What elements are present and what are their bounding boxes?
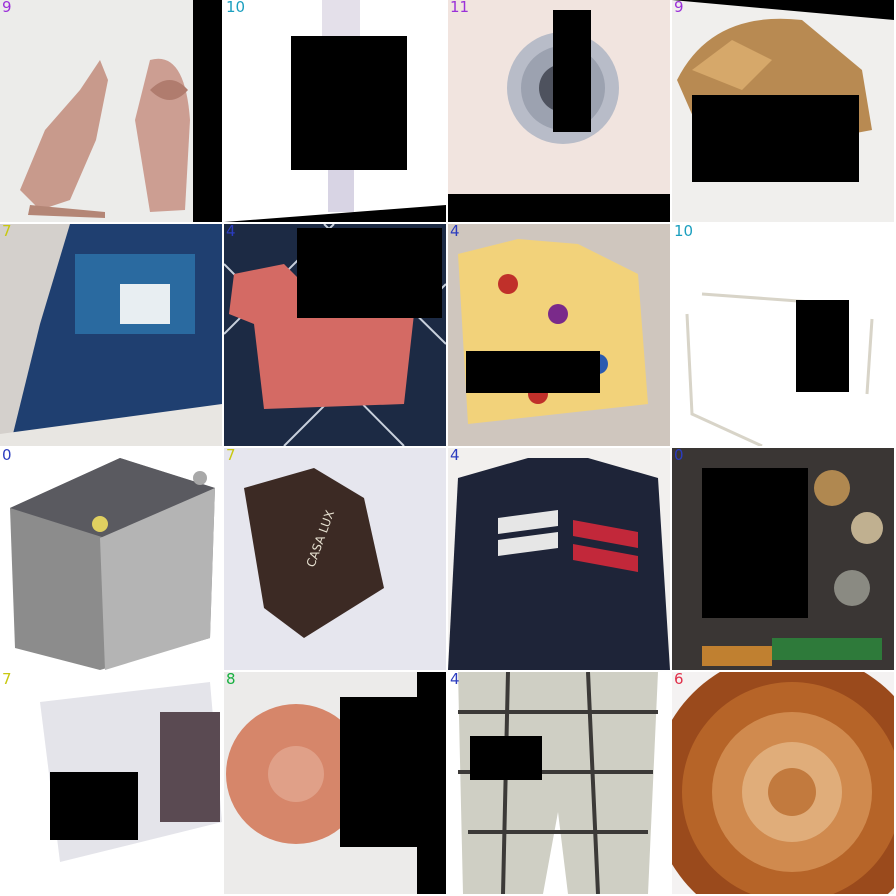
tile-label: 4 — [226, 224, 236, 240]
tile-label: 10 — [226, 0, 246, 16]
tile-casa-lux-bag: CASA LUX 7 — [224, 448, 446, 670]
image-grid: 9 10 11 9 7 4 4 10 0 CASA LUX 7 4 0 7 8 … — [0, 0, 896, 896]
tile-jar-top: 11 — [448, 0, 670, 222]
tile-sweater: 4 — [448, 448, 670, 670]
tile-label: 7 — [226, 448, 236, 464]
tile-label: 4 — [450, 672, 460, 688]
tile-red-tshirt: 4 — [224, 224, 446, 446]
tile-label: 0 — [674, 448, 684, 464]
tile-copper-can: 6 — [672, 672, 894, 894]
tile-magazine: 7 — [0, 224, 222, 446]
tile-car-battery: 0 — [0, 448, 222, 670]
tile-star-tshirt: 4 — [448, 224, 670, 446]
tile-bottle: 10 — [224, 0, 446, 222]
tile-lid: 8 — [224, 672, 446, 894]
tile-plaid-shorts: 4 — [448, 672, 670, 894]
tile-label: 4 — [450, 448, 460, 464]
tile-woven-shoe: 9 — [672, 0, 894, 222]
tile-card-pack: 7 — [0, 672, 222, 894]
tile-label: 9 — [2, 0, 12, 16]
tile-label: 10 — [674, 224, 694, 240]
tile-label: 11 — [450, 0, 470, 16]
tile-label: 0 — [2, 448, 12, 464]
tile-glass-sketch: 10 — [672, 224, 894, 446]
tile-pink-heels: 9 — [0, 0, 222, 222]
tile-label: 9 — [674, 0, 684, 16]
tile-label: 7 — [2, 224, 12, 240]
tile-label: 8 — [226, 672, 236, 688]
tile-label: 4 — [450, 224, 460, 240]
tile-batteries: 0 — [672, 448, 894, 670]
tile-label: 6 — [674, 672, 684, 688]
tile-label: 7 — [2, 672, 12, 688]
